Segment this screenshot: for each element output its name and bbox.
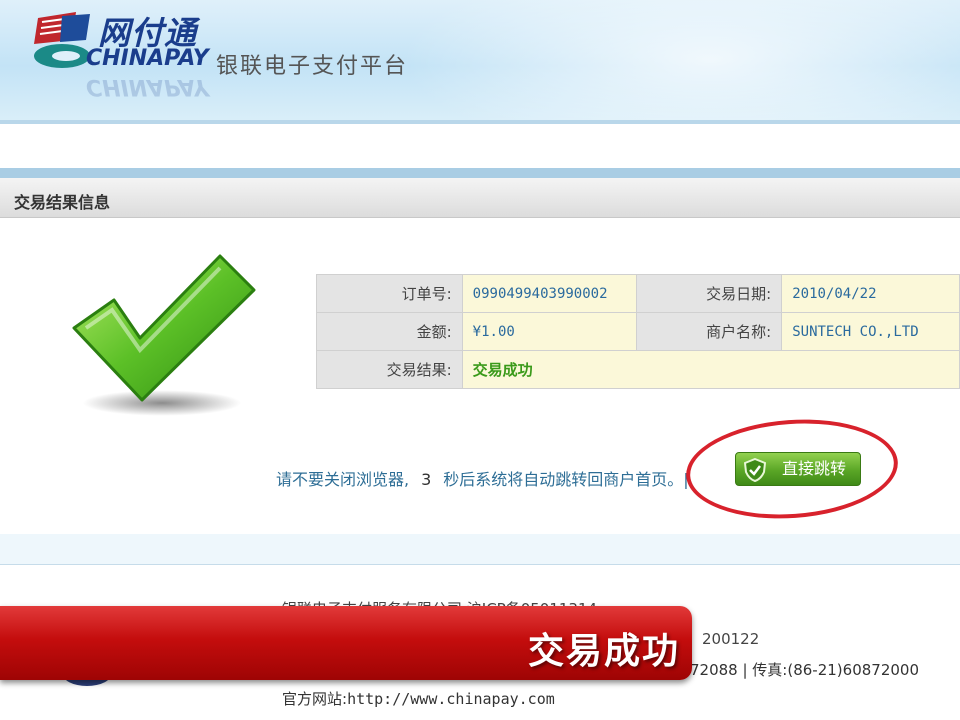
redirect-notice: 请不要关闭浏览器, 3 秒后系统将自动跳转回商户首页。| <box>276 466 689 490</box>
header-divider <box>0 120 960 124</box>
redirect-countdown: 3 <box>421 470 432 489</box>
footer-website: 官方网站:http://www.chinapay.com <box>282 688 555 709</box>
amount-label: 金额: <box>316 312 463 351</box>
redirect-text-after: 秒后系统将自动跳转回商户首页。| <box>443 470 689 489</box>
table-row: 交易结果: 交易成功 <box>316 350 960 389</box>
logo-english-text: CHINAPAY <box>86 46 209 71</box>
footer-zip-code: 200122 <box>702 630 760 648</box>
header-decoration <box>400 0 960 120</box>
header: 网付通 CHINAPAY CHINAPAY 银联电子支付平台 <box>0 0 960 120</box>
footer-phone-fax: 72088 | 传真:(86-21)60872000 <box>690 661 919 679</box>
chinapay-logo-icon <box>34 12 90 68</box>
table-row: 金额: ¥1.00 商户名称: SUNTECH CO.,LTD <box>316 312 960 351</box>
transaction-result-label: 交易结果: <box>316 350 463 389</box>
section-title-bar: 交易结果信息 <box>0 178 960 218</box>
banner-title: 交易成功 <box>527 631 680 672</box>
success-check-icon <box>72 254 256 402</box>
amount-value: ¥1.00 <box>461 312 637 351</box>
order-number-label: 订单号: <box>316 274 463 313</box>
footer-separator <box>0 534 960 564</box>
transaction-result-value: 交易成功 <box>461 350 960 389</box>
footer-site-label: 官方网站: <box>282 690 348 708</box>
footer-divider <box>0 564 960 565</box>
table-row: 订单号: 0990499403990002 交易日期: 2010/04/22 <box>316 274 960 313</box>
highlight-circle <box>682 412 902 526</box>
platform-title: 银联电子支付平台 <box>216 54 409 79</box>
transaction-info-table: 订单号: 0990499403990002 交易日期: 2010/04/22 金… <box>316 274 960 389</box>
redirect-text-before: 请不要关闭浏览器, <box>276 470 410 489</box>
overlay-banner: 交易成功 <box>0 606 692 680</box>
transaction-date-label: 交易日期: <box>635 274 783 313</box>
order-number-value: 0990499403990002 <box>461 274 637 313</box>
merchant-name-value: SUNTECH CO.,LTD <box>781 312 960 351</box>
logo-reflection: CHINAPAY <box>86 74 209 99</box>
footer-site-link[interactable]: http://www.chinapay.com <box>347 690 555 708</box>
content-top-band <box>0 168 960 178</box>
transaction-date-value: 2010/04/22 <box>781 274 960 313</box>
merchant-name-label: 商户名称: <box>635 312 783 351</box>
section-title: 交易结果信息 <box>14 193 111 212</box>
